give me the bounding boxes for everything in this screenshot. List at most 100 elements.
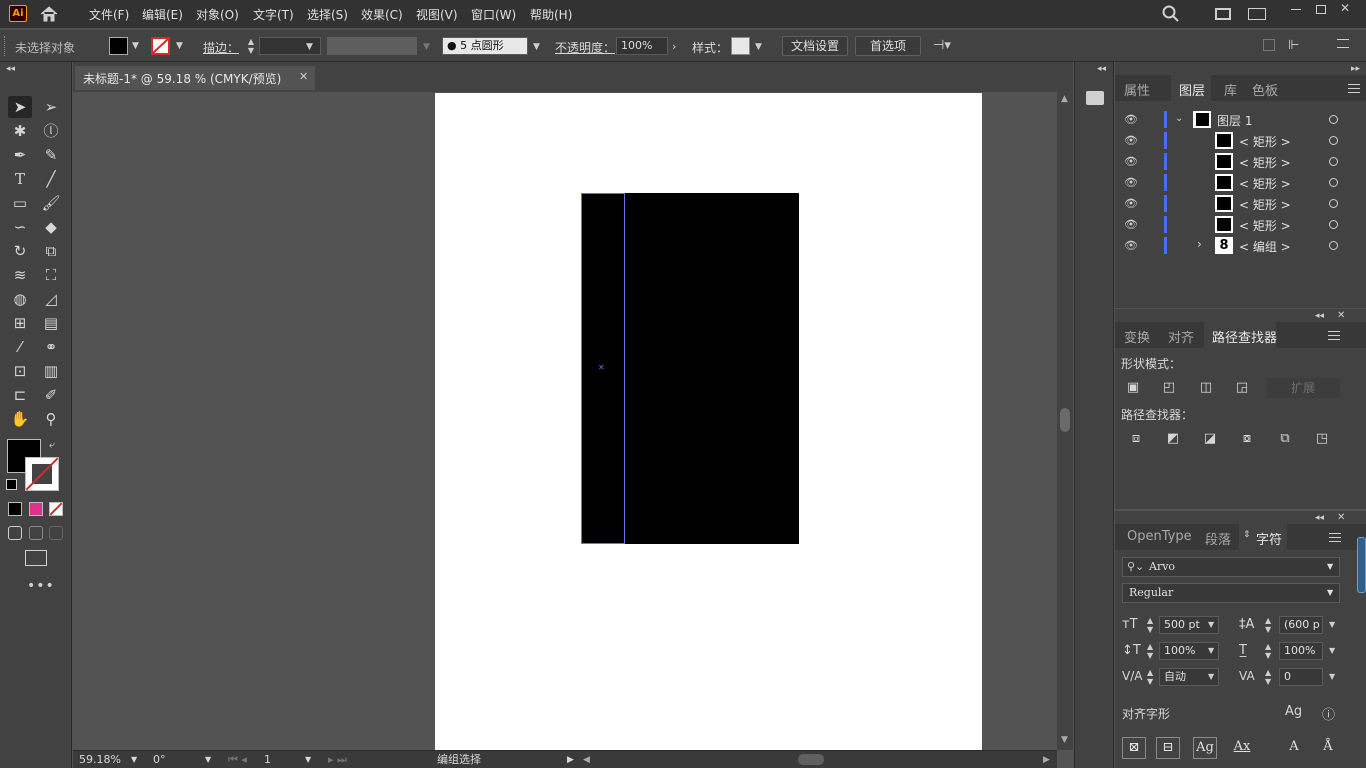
- shape-builder-tool-icon[interactable]: ◍: [8, 288, 32, 310]
- tab-libraries[interactable]: 库: [1224, 80, 1237, 99]
- rectangle-tool-icon[interactable]: ▭: [8, 192, 32, 214]
- current-tool-status[interactable]: 编组选择: [437, 753, 481, 767]
- vertical-scale-stepper[interactable]: ▲ ▼: [1147, 642, 1153, 660]
- align-glyph-bounds-icon[interactable]: Ag: [1193, 737, 1217, 759]
- target-circle-icon[interactable]: [1329, 199, 1338, 208]
- divide-icon[interactable]: ⧈: [1126, 429, 1146, 449]
- layer-name[interactable]: < 矩形 >: [1239, 133, 1291, 150]
- chevron-down-icon[interactable]: ▼: [1329, 672, 1335, 681]
- transform-icon[interactable]: ⊩: [1288, 38, 1299, 53]
- opacity-field[interactable]: 100%: [616, 37, 668, 55]
- artboard-tool-icon[interactable]: ⊏: [8, 384, 32, 406]
- scroll-down-icon[interactable]: ▼: [1061, 735, 1068, 745]
- blend-tool-icon[interactable]: ⚭: [39, 336, 63, 358]
- chevron-down-icon[interactable]: ▼: [176, 41, 183, 51]
- chevron-down-icon[interactable]: ▼: [132, 41, 139, 51]
- lasso-tool-icon[interactable]: ⓛ: [39, 120, 63, 142]
- screen-mode-icon[interactable]: [25, 550, 47, 566]
- canvas[interactable]: ✕: [73, 92, 1057, 750]
- brush-definition[interactable]: ● 5 点圆形: [442, 37, 528, 55]
- layer-row[interactable]: 👁 < 矩形 >: [1115, 172, 1366, 193]
- hand-tool-icon[interactable]: ✋: [8, 408, 32, 430]
- eraser-tool-icon[interactable]: ◆: [39, 216, 63, 238]
- glyph-options-icon[interactable]: Ag: [1285, 704, 1302, 719]
- chevron-down-icon[interactable]: ▼: [305, 753, 311, 767]
- merge-icon[interactable]: ◪: [1200, 429, 1220, 449]
- stroke-color-swatch[interactable]: [25, 457, 59, 491]
- tab-opentype[interactable]: OpenType: [1127, 529, 1192, 544]
- collapse-dock-icon[interactable]: ◂◂: [1097, 64, 1106, 74]
- menu-edit[interactable]: 编辑(E): [142, 6, 183, 23]
- variable-width-profile[interactable]: [327, 37, 417, 55]
- outline-icon[interactable]: ⧉: [1275, 429, 1295, 449]
- kerning-stepper[interactable]: ▲ ▼: [1147, 668, 1153, 686]
- menu-view[interactable]: 视图(V): [416, 6, 458, 23]
- horizontal-scroll-thumb[interactable]: [798, 754, 824, 765]
- layer-name[interactable]: 图层 1: [1217, 112, 1252, 129]
- intersect-icon[interactable]: ◫: [1196, 378, 1216, 398]
- document-setup-button[interactable]: 文档设置: [782, 36, 848, 56]
- arrange-icon[interactable]: [1248, 8, 1266, 20]
- layer-row[interactable]: 👁 < 矩形 >: [1115, 193, 1366, 214]
- perspective-grid-tool-icon[interactable]: ◿: [39, 288, 63, 310]
- eyedropper-tool-icon[interactable]: ⁄: [8, 336, 32, 358]
- menu-window[interactable]: 窗口(W): [471, 6, 516, 23]
- preferences-button[interactable]: 首选项: [855, 36, 921, 56]
- tracking-field[interactable]: 0: [1279, 668, 1323, 686]
- chevron-down-icon[interactable]: ▼: [755, 42, 762, 52]
- minus-back-icon[interactable]: ◳: [1312, 429, 1332, 449]
- curvature-tool-icon[interactable]: ✎: [39, 144, 63, 166]
- stroke-swatch[interactable]: [151, 37, 170, 55]
- leading-stepper[interactable]: ▲ ▼: [1265, 616, 1271, 634]
- chevron-down-icon[interactable]: ▼: [205, 753, 211, 767]
- fill-swatch[interactable]: [109, 37, 128, 55]
- layer-row[interactable]: 👁 < 矩形 >: [1115, 151, 1366, 172]
- column-graph-tool-icon[interactable]: ▥: [39, 360, 63, 382]
- panel-menu-icon[interactable]: [1348, 84, 1360, 93]
- chevron-down-icon[interactable]: ▼: [306, 42, 313, 52]
- horizontal-scale-stepper[interactable]: ▲ ▼: [1265, 642, 1271, 660]
- free-transform-tool-icon[interactable]: ⛶: [39, 264, 63, 286]
- tab-character[interactable]: 字符: [1256, 529, 1282, 548]
- restore-icon[interactable]: [1316, 5, 1326, 14]
- tab-properties[interactable]: 属性: [1124, 80, 1150, 99]
- layer-row[interactable]: 👁 < 矩形 >: [1115, 214, 1366, 235]
- grip-handle[interactable]: [4, 36, 7, 56]
- tab-layers[interactable]: 图层: [1179, 80, 1205, 99]
- close-panel-icon[interactable]: ✕: [1337, 310, 1345, 321]
- align-icon[interactable]: [1263, 39, 1275, 51]
- comments-icon[interactable]: [1086, 91, 1104, 105]
- workspace-icon[interactable]: [1215, 8, 1231, 20]
- minimize-icon[interactable]: [1291, 9, 1301, 10]
- color-mode-icon[interactable]: [8, 502, 22, 516]
- tracking-stepper[interactable]: ▲ ▼: [1265, 668, 1271, 686]
- layer-name[interactable]: < 矩形 >: [1239, 175, 1291, 192]
- paintbrush-tool-icon[interactable]: 🖌: [39, 192, 63, 214]
- style-swatch[interactable]: [731, 37, 750, 55]
- eye-icon[interactable]: 👁: [1124, 218, 1138, 231]
- artboard-number-field[interactable]: 1: [264, 753, 271, 767]
- trim-icon[interactable]: ◩: [1163, 429, 1183, 449]
- stroke-stepper[interactable]: ▲ ▼: [245, 37, 257, 55]
- chevron-down-icon[interactable]: ▼: [533, 42, 540, 52]
- align-ic-box-icon[interactable]: ⊟: [1156, 737, 1180, 759]
- last-artboard-icon[interactable]: ▸ ⏭: [328, 753, 347, 767]
- menu-select[interactable]: 选择(S): [307, 6, 348, 23]
- target-circle-icon[interactable]: [1329, 241, 1338, 250]
- search-icon[interactable]: [1162, 5, 1180, 23]
- target-circle-icon[interactable]: [1329, 136, 1338, 145]
- minus-front-icon[interactable]: ◰: [1159, 378, 1179, 398]
- magic-wand-tool-icon[interactable]: ✱: [8, 120, 32, 142]
- collapse-panel-icon[interactable]: ◂◂: [1315, 311, 1324, 321]
- eye-icon[interactable]: 👁: [1124, 239, 1138, 252]
- font-size-stepper[interactable]: ▲ ▼: [1147, 616, 1153, 634]
- shaper-tool-icon[interactable]: ∽: [8, 216, 32, 238]
- gradient-tool-icon[interactable]: ▤: [39, 312, 63, 334]
- target-circle-icon[interactable]: [1329, 220, 1338, 229]
- chevron-down-icon[interactable]: ▼: [1208, 646, 1214, 655]
- layer-name[interactable]: < 矩形 >: [1239, 154, 1291, 171]
- slice-tool-icon[interactable]: ✐: [39, 384, 63, 406]
- first-artboard-icon[interactable]: ⏮ ◂: [228, 753, 247, 767]
- selection-tool-icon[interactable]: ➤: [8, 96, 32, 118]
- align-angle-icon[interactable]: A: [1282, 737, 1306, 759]
